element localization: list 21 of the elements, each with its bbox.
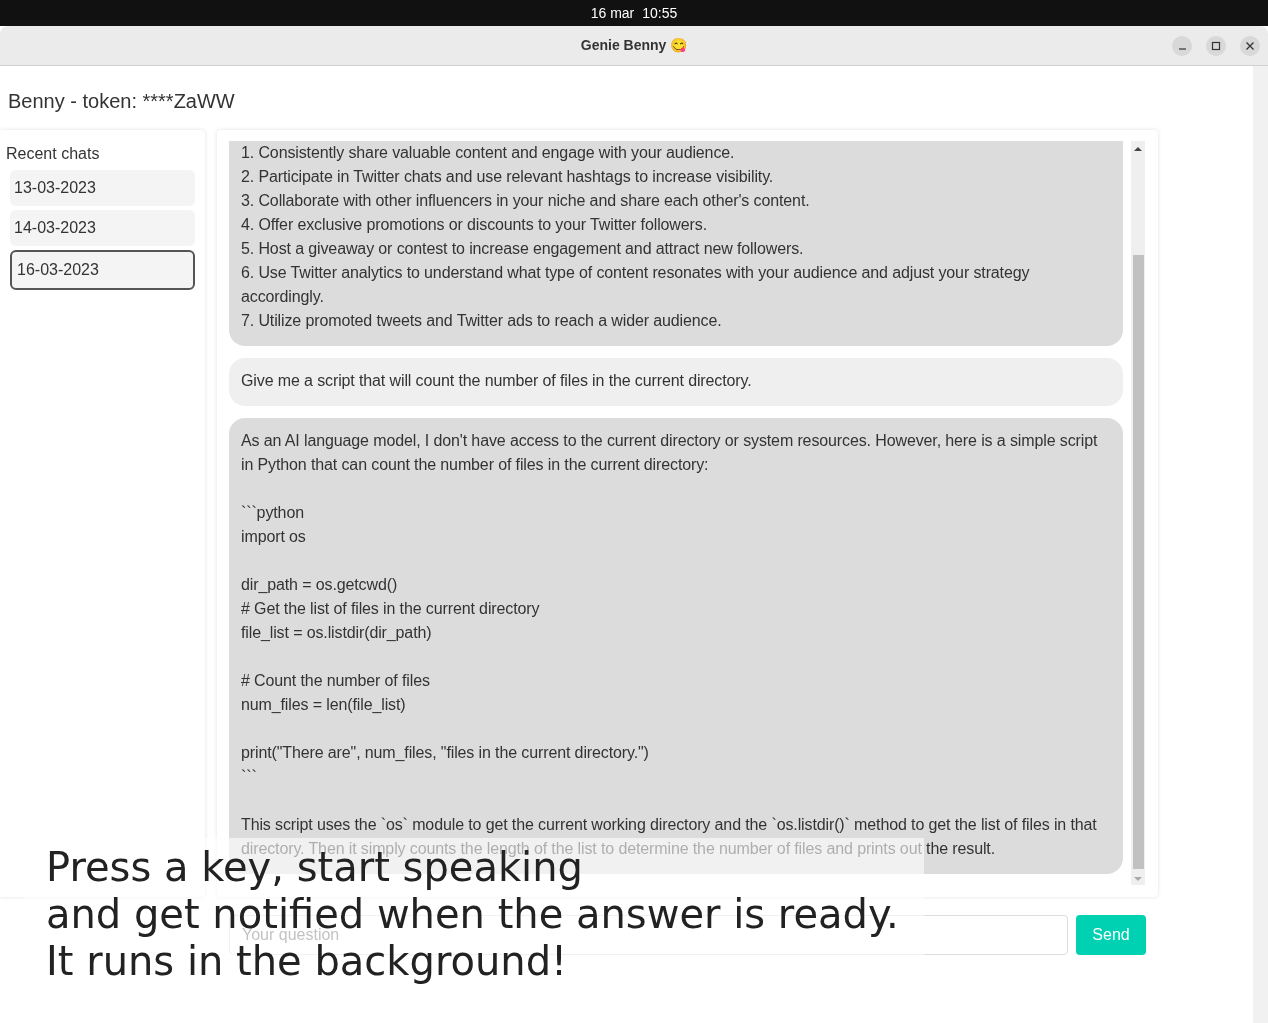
chat-item[interactable]: 16-03-2023 [10, 250, 195, 290]
scroll-down-icon[interactable] [1134, 876, 1142, 882]
maximize-button[interactable] [1206, 36, 1226, 56]
minimize-button[interactable] [1172, 36, 1192, 56]
date: 16 mar [590, 3, 635, 23]
close-button[interactable] [1240, 36, 1260, 56]
scroll-up-icon[interactable] [1134, 146, 1142, 152]
page-scrollbar[interactable] [1253, 66, 1268, 1023]
assistant-message: 1. Consistently share valuable content and engage with your audience. 2. Participate in Twitter chats and use relevant hashtags to increase visibility. 3. Collaborate with other influencers in your niche and share each other's content. 4. Offer exclusive promotions or discounts to your Twitter followers. 5. Host a giveaway or contest to increase engagement and attract new followers. 6. Use Twitter analytics to understand what type of content resonates with your audience and adjust your strategy accordingly. 7. Utilize promoted tweets and Twitter ads to reach a wider audience. [229, 141, 1123, 346]
sidebar-title: Recent chats [5, 144, 101, 164]
minimize-icon [1178, 48, 1186, 50]
page-heading: Benny - token: ****ZaWW [7, 89, 236, 114]
chat-item[interactable]: 13-03-2023 [10, 170, 195, 206]
close-icon [1245, 41, 1255, 51]
maximize-icon [1211, 41, 1221, 51]
chat-item[interactable]: 14-03-2023 [10, 210, 195, 246]
scrollbar[interactable] [1131, 141, 1145, 885]
user-message: Give me a script that will count the number of files in the current directory. [229, 358, 1123, 406]
clock: 10:55 [642, 3, 678, 23]
scrollbar-thumb[interactable] [1133, 255, 1144, 869]
window-title: Genie Benny 😋 [580, 36, 688, 55]
